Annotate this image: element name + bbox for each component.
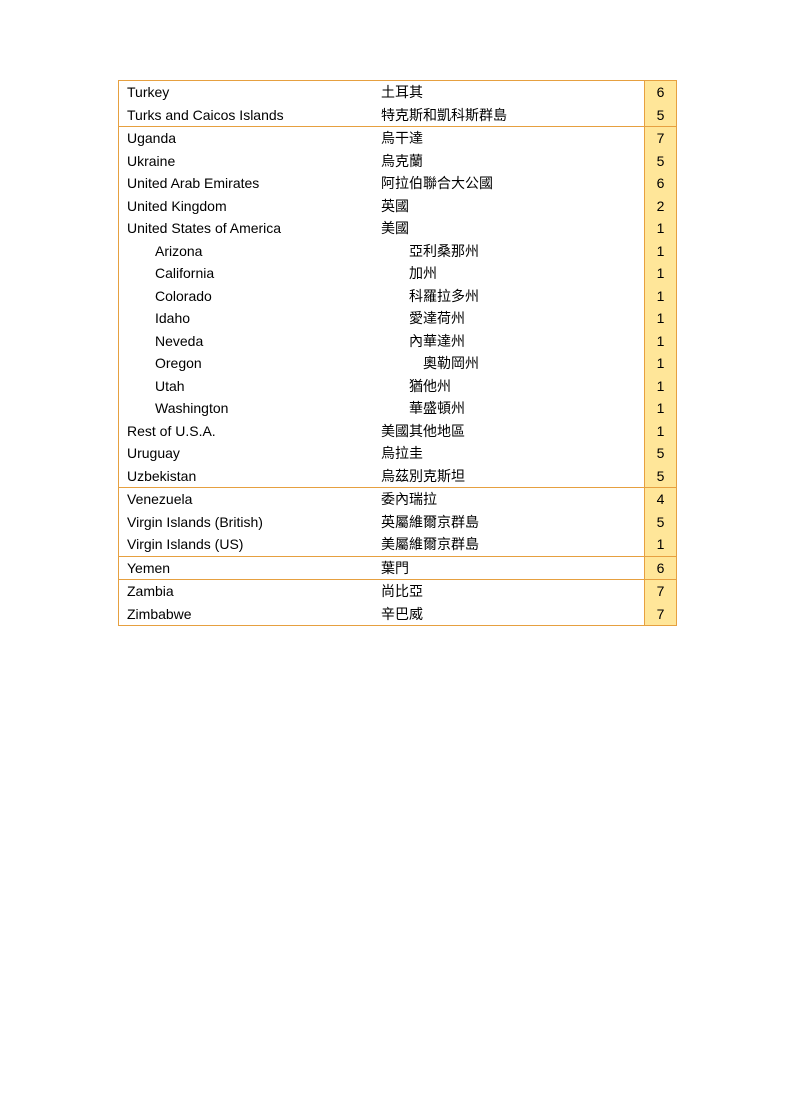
table-row: Yemen葉門6: [119, 556, 676, 580]
country-name-zh: 烏克蘭: [381, 150, 644, 173]
country-name-zh: 烏茲別克斯坦: [381, 465, 644, 488]
table-row: Uganda烏干達7: [119, 126, 676, 150]
value-cell: 6: [644, 557, 676, 580]
country-name-en: United Kingdom: [119, 195, 381, 218]
value-cell: 4: [644, 488, 676, 511]
value-cell: 1: [644, 240, 676, 263]
value-cell: 1: [644, 420, 676, 443]
country-name-zh: 內華達州: [381, 330, 644, 353]
value-cell: 6: [644, 172, 676, 195]
country-name-en: Zimbabwe: [119, 603, 381, 626]
country-name-en: Uganda: [119, 127, 381, 150]
table-row: Oregon奧勒岡州1: [119, 352, 676, 375]
country-name-zh: 奧勒岡州: [381, 352, 644, 375]
value-cell: 5: [644, 150, 676, 173]
country-name-zh: 烏拉圭: [381, 442, 644, 465]
table-row: Venezuela委內瑞拉4: [119, 487, 676, 511]
country-name-zh: 特克斯和凱科斯群島: [381, 104, 644, 127]
table-row: Rest of U.S.A.美國其他地區1: [119, 420, 676, 443]
value-cell: 1: [644, 397, 676, 420]
country-name-en: Idaho: [119, 307, 381, 330]
country-name-zh: 委內瑞拉: [381, 488, 644, 511]
country-name-en: Uzbekistan: [119, 465, 381, 488]
table-row: Uzbekistan烏茲別克斯坦5: [119, 465, 676, 488]
country-table: Turkey土耳其6Turks and Caicos Islands特克斯和凱科…: [118, 80, 677, 626]
country-name-en: Turks and Caicos Islands: [119, 104, 381, 127]
table-row: United Kingdom英國2: [119, 195, 676, 218]
table-row: United States of America美國1: [119, 217, 676, 240]
table-row: Idaho愛達荷州1: [119, 307, 676, 330]
value-cell: 1: [644, 352, 676, 375]
table-row: Ukraine烏克蘭5: [119, 150, 676, 173]
country-name-zh: 猶他州: [381, 375, 644, 398]
country-name-en: Zambia: [119, 580, 381, 603]
table-row: Uruguay烏拉圭5: [119, 442, 676, 465]
country-name-en: Virgin Islands (British): [119, 511, 381, 534]
country-name-en: Neveda: [119, 330, 381, 353]
country-name-en: Virgin Islands (US): [119, 533, 381, 556]
country-name-en: Colorado: [119, 285, 381, 308]
country-name-zh: 美國其他地區: [381, 420, 644, 443]
value-cell: 6: [644, 81, 676, 104]
value-cell: 7: [644, 580, 676, 603]
table-row: Neveda內華達州1: [119, 330, 676, 353]
table-row: Washington華盛頓州1: [119, 397, 676, 420]
table-row: California加州1: [119, 262, 676, 285]
value-cell: 1: [644, 533, 676, 556]
country-name-zh: 美屬維爾京群島: [381, 533, 644, 556]
country-name-en: Washington: [119, 397, 381, 420]
table-row: Zambia尚比亞7: [119, 579, 676, 603]
country-name-zh: 英屬維爾京群島: [381, 511, 644, 534]
country-name-en: Venezuela: [119, 488, 381, 511]
country-name-en: United Arab Emirates: [119, 172, 381, 195]
country-name-zh: 尚比亞: [381, 580, 644, 603]
value-cell: 1: [644, 375, 676, 398]
table-row: Turkey土耳其6: [119, 81, 676, 104]
value-cell: 1: [644, 262, 676, 285]
country-name-zh: 科羅拉多州: [381, 285, 644, 308]
country-name-zh: 阿拉伯聯合大公國: [381, 172, 644, 195]
country-name-en: Ukraine: [119, 150, 381, 173]
country-name-zh: 辛巴威: [381, 603, 644, 626]
value-cell: 2: [644, 195, 676, 218]
table-row: Utah猶他州1: [119, 375, 676, 398]
country-name-zh: 美國: [381, 217, 644, 240]
value-cell: 1: [644, 330, 676, 353]
country-name-en: Arizona: [119, 240, 381, 263]
value-cell: 5: [644, 511, 676, 534]
value-cell: 1: [644, 307, 676, 330]
country-name-zh: 英國: [381, 195, 644, 218]
table-row: Colorado科羅拉多州1: [119, 285, 676, 308]
value-cell: 7: [644, 603, 676, 626]
value-cell: 7: [644, 127, 676, 150]
country-name-zh: 華盛頓州: [381, 397, 644, 420]
country-name-zh: 加州: [381, 262, 644, 285]
country-name-zh: 葉門: [381, 557, 644, 580]
table-row: Zimbabwe辛巴威7: [119, 603, 676, 626]
value-cell: 5: [644, 465, 676, 488]
table-row: Turks and Caicos Islands特克斯和凱科斯群島5: [119, 104, 676, 127]
value-cell: 5: [644, 442, 676, 465]
country-name-en: California: [119, 262, 381, 285]
country-name-en: Uruguay: [119, 442, 381, 465]
value-cell: 1: [644, 285, 676, 308]
country-name-zh: 土耳其: [381, 81, 644, 104]
country-name-en: Utah: [119, 375, 381, 398]
country-name-en: Yemen: [119, 557, 381, 580]
country-name-zh: 亞利桑那州: [381, 240, 644, 263]
table-row: United Arab Emirates阿拉伯聯合大公國6: [119, 172, 676, 195]
country-name-en: United States of America: [119, 217, 381, 240]
country-name-en: Oregon: [119, 352, 381, 375]
country-name-zh: 愛達荷州: [381, 307, 644, 330]
country-name-zh: 烏干達: [381, 127, 644, 150]
value-cell: 5: [644, 104, 676, 127]
value-cell: 1: [644, 217, 676, 240]
country-name-en: Rest of U.S.A.: [119, 420, 381, 443]
table-row: Virgin Islands (British)英屬維爾京群島5: [119, 511, 676, 534]
table-row: Arizona亞利桑那州1: [119, 240, 676, 263]
country-name-en: Turkey: [119, 81, 381, 104]
table-row: Virgin Islands (US)美屬維爾京群島1: [119, 533, 676, 556]
